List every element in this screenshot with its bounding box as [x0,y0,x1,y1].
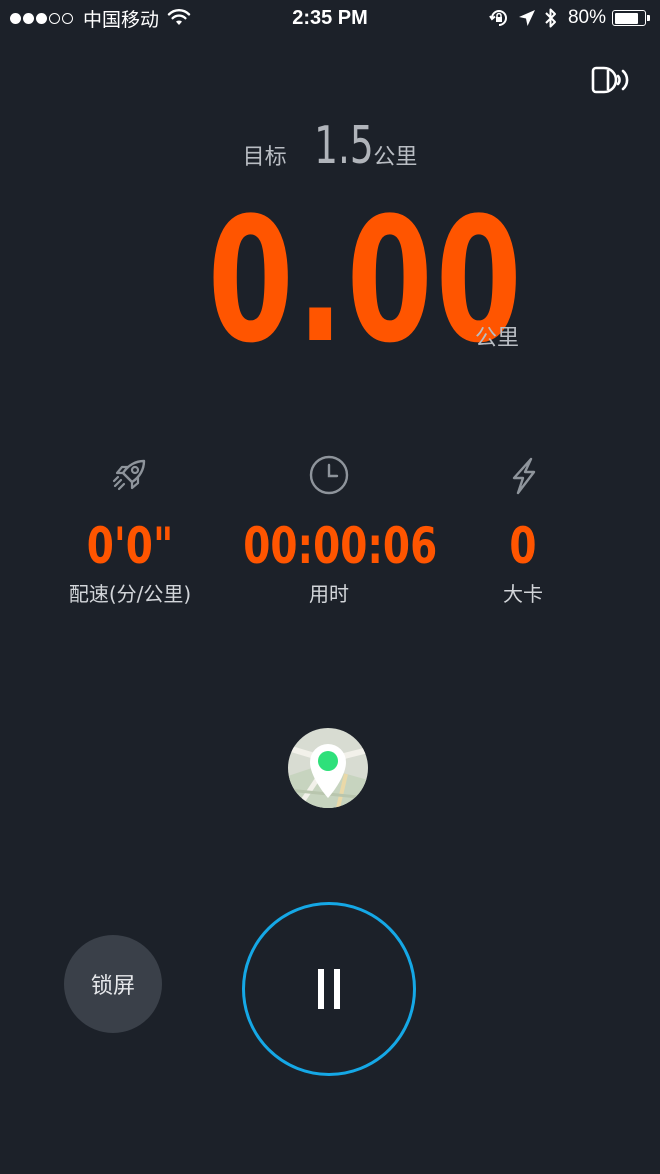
pace-label: 配速(分/公里) [68,582,192,606]
map-pin-icon [288,728,368,808]
stat-calories: 0 大卡 [413,452,633,608]
pause-button[interactable] [242,902,416,1076]
distance-unit: 公里 [475,326,520,351]
location-arrow-icon [518,9,536,27]
rotation-lock-icon [488,7,510,29]
battery-fill [614,12,638,24]
goal-unit: 公里 [373,145,418,170]
status-bar: 中国移动 2:35 PM 80% [0,0,660,38]
goal-line: 目标 1.5 公里 [0,118,660,178]
clock-icon [219,452,439,498]
rocket-icon [20,452,240,498]
goal-value: 1.5 [313,116,374,176]
distance-value: 0.00 [207,180,525,381]
battery-icon [612,10,646,26]
lock-screen-button[interactable]: 锁屏 [64,935,162,1033]
goal-label: 目标 [242,145,287,170]
bluetooth-icon [544,7,558,29]
duration-value: 00:00:06 [243,517,438,575]
pace-value: 0'0" [86,517,174,575]
map-button[interactable] [288,728,368,808]
pause-icon [313,969,345,1009]
lightning-icon [413,452,633,498]
status-right: 80% [480,6,650,30]
calories-value: 0 [509,517,537,575]
voice-broadcast-icon[interactable] [582,64,632,96]
calories-label: 大卡 [503,582,543,606]
distance-display: 0.00 公里 [0,180,660,381]
stats-row: 0'0" 配速(分/公里) 00:00:06 用时 0 大卡 [0,452,660,632]
duration-label: 用时 [309,582,349,606]
battery-tip [647,15,650,21]
lock-screen-label: 锁屏 [90,974,135,999]
stat-pace: 0'0" 配速(分/公里) [20,452,240,608]
stat-duration: 00:00:06 用时 [219,452,439,608]
battery-percent: 80% [567,7,606,28]
